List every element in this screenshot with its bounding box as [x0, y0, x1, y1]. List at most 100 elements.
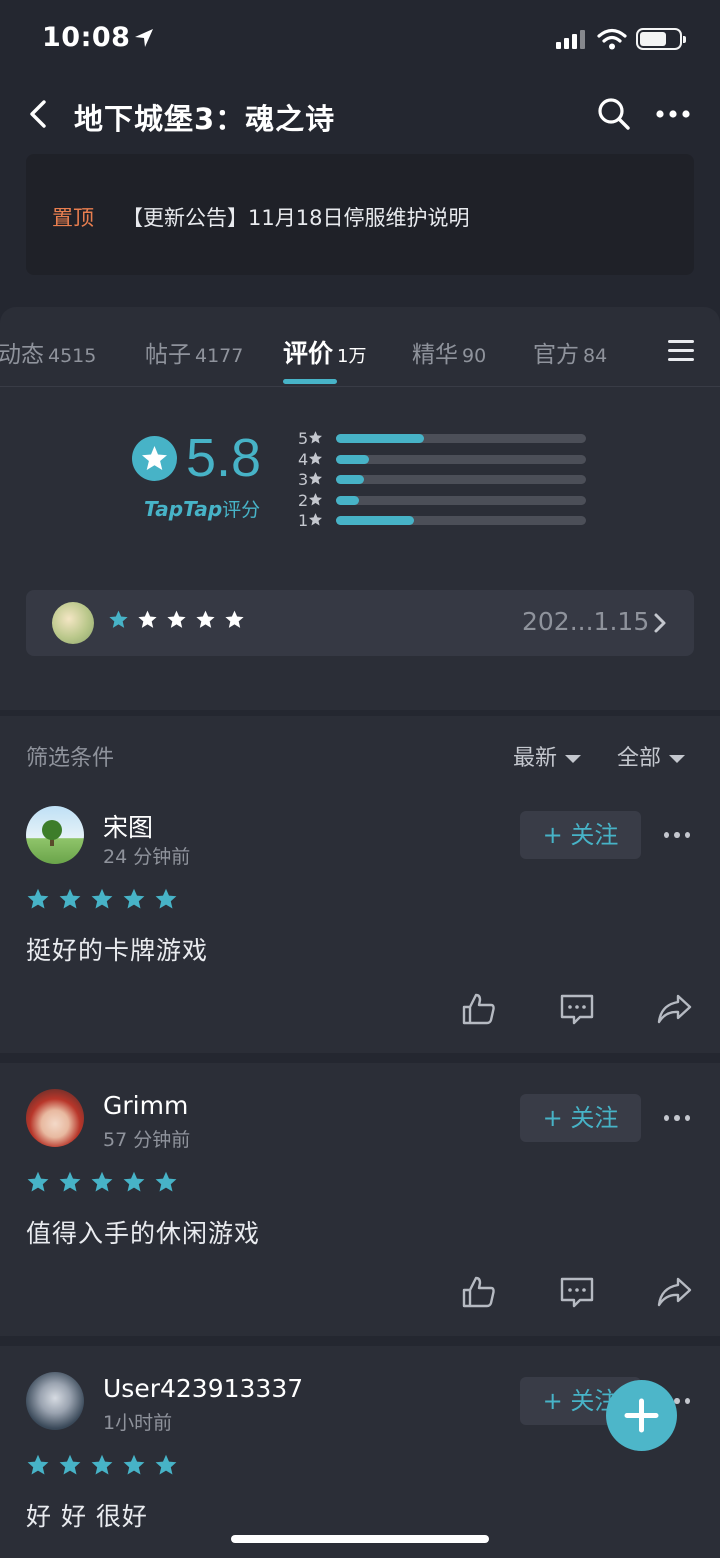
- thumbs-up-icon[interactable]: [461, 992, 497, 1026]
- star-icon: [309, 513, 323, 526]
- distribution-bar-fill: [336, 454, 369, 464]
- avatar[interactable]: [26, 806, 84, 864]
- scope-label: 全部: [617, 746, 662, 771]
- brand-name: TapTap: [144, 497, 223, 521]
- tab-count: 4177: [195, 345, 244, 367]
- star-icon: [123, 1171, 145, 1192]
- tab-posts[interactable]: 帖子 4177: [145, 335, 243, 369]
- create-post-button[interactable]: [606, 1380, 677, 1451]
- star-icon: [155, 1171, 177, 1192]
- active-tab-indicator: [283, 379, 337, 384]
- review-card[interactable]: Grimm 57 分钟前 + 关注 值得入手的休闲游戏: [0, 1063, 720, 1336]
- chevron-right-icon: [654, 613, 666, 633]
- tab-reviews[interactable]: 评价 1万: [283, 334, 366, 370]
- search-icon[interactable]: [596, 96, 632, 132]
- caret-down-icon: [669, 755, 686, 763]
- thumbs-up-icon[interactable]: [461, 1275, 497, 1309]
- star-icon: [91, 888, 113, 909]
- comment-icon[interactable]: [559, 1275, 595, 1309]
- review-time: 24 分钟前: [103, 846, 191, 868]
- rating-distribution: 5 43 21: [298, 429, 598, 532]
- star-icon: [91, 1454, 113, 1475]
- reviewer-name[interactable]: User423913337: [103, 1374, 303, 1403]
- status-bar: 10:08: [0, 0, 720, 80]
- star-icon: [309, 492, 323, 505]
- follow-label: 关注: [570, 821, 619, 849]
- review-text: 值得入手的休闲游戏: [26, 1219, 261, 1248]
- distribution-bar-fill: [336, 434, 424, 443]
- star-icon: [123, 888, 145, 909]
- distribution-row: 2: [298, 491, 598, 512]
- star-icon: [196, 610, 215, 628]
- review-time: 57 分钟前: [103, 1129, 191, 1151]
- brand-suffix: 评分: [222, 499, 261, 521]
- star-icon: [27, 888, 49, 909]
- plus-icon: [624, 1398, 659, 1433]
- more-options-icon[interactable]: [664, 1115, 690, 1123]
- tab-count: 4515: [48, 345, 97, 367]
- share-icon[interactable]: [656, 1275, 692, 1309]
- my-rating-stars: [108, 609, 245, 630]
- more-options-icon[interactable]: [664, 832, 690, 840]
- comment-icon[interactable]: [559, 992, 595, 1026]
- distribution-bar-fill: [336, 475, 364, 484]
- distribution-row: 1: [298, 511, 598, 532]
- filter-conditions[interactable]: 筛选条件: [26, 740, 114, 772]
- rating-panel: 动态 4515 帖子 4177 评价 1万 精华 90 官方 84 5.8 TapTap评…: [0, 307, 720, 710]
- distribution-row: 4: [298, 450, 598, 471]
- more-options-icon[interactable]: [654, 104, 692, 124]
- follow-label: 关注: [570, 1104, 619, 1132]
- review-text: 挺好的卡牌游戏: [26, 936, 209, 965]
- review-card[interactable]: User423913337 1小时前 + 关注 好 好 很好: [0, 1346, 720, 1558]
- star-icon: [27, 1171, 49, 1192]
- reviewer-name[interactable]: 宋图: [103, 808, 153, 844]
- follow-button[interactable]: + 关注: [520, 1094, 641, 1142]
- reviewer-name[interactable]: Grimm: [103, 1091, 188, 1120]
- my-rating-row[interactable]: 202...1.15: [26, 590, 694, 656]
- star-icon: [225, 610, 244, 628]
- wifi-icon: [597, 28, 627, 50]
- review-card[interactable]: 宋图 24 分钟前 + 关注 挺好的卡牌游戏: [0, 790, 720, 1053]
- battery-icon: [636, 28, 686, 50]
- page-title: 地下城堡3：魂之诗: [74, 102, 336, 136]
- filter-bar: 筛选条件 最新 全部: [0, 716, 720, 790]
- tab-label: 动态: [0, 342, 44, 368]
- avatar[interactable]: [26, 1372, 84, 1430]
- back-arrow-icon[interactable]: [22, 94, 58, 134]
- tab-label: 精华: [412, 342, 458, 368]
- distribution-bar-fill: [336, 495, 359, 505]
- tab-menu-icon[interactable]: [668, 340, 694, 362]
- rating-brand: TapTap评分: [144, 495, 260, 522]
- rating-score: 5.8: [186, 428, 262, 488]
- tab-label: 官方: [533, 342, 579, 368]
- distribution-bar-track: [336, 495, 586, 505]
- star-icon: [138, 610, 157, 628]
- share-icon[interactable]: [656, 992, 692, 1026]
- tab-count: 84: [583, 345, 608, 367]
- tab-label: 帖子: [145, 342, 191, 368]
- tab-official[interactable]: 官方 84: [533, 335, 607, 369]
- tab-count: 1万: [337, 346, 367, 367]
- star-icon: [309, 451, 323, 464]
- tab-dynamics[interactable]: 动态 4515: [0, 335, 96, 369]
- location-arrow-icon: [135, 29, 153, 47]
- star-icon: [59, 888, 81, 909]
- star-icon: [123, 1454, 145, 1475]
- review-stars: [26, 887, 178, 911]
- star-icon: [167, 610, 186, 628]
- distribution-bar-track: [336, 434, 586, 443]
- distribution-label: 1: [298, 511, 328, 530]
- follow-button[interactable]: + 关注: [520, 811, 641, 859]
- tab-featured[interactable]: 精华 90: [412, 335, 486, 369]
- my-avatar: [52, 602, 94, 644]
- star-icon: [309, 472, 323, 485]
- my-rating-date: 202...1.15: [522, 607, 650, 636]
- star-icon: [109, 610, 128, 628]
- distribution-row: 3: [298, 470, 598, 491]
- avatar[interactable]: [26, 1089, 84, 1147]
- scope-dropdown[interactable]: 全部: [617, 740, 686, 772]
- pinned-announcement[interactable]: 置顶 【更新公告】11月18日停服维护说明: [26, 154, 694, 275]
- star-icon: [155, 888, 177, 909]
- caret-down-icon: [565, 755, 582, 763]
- sort-dropdown[interactable]: 最新: [513, 740, 582, 772]
